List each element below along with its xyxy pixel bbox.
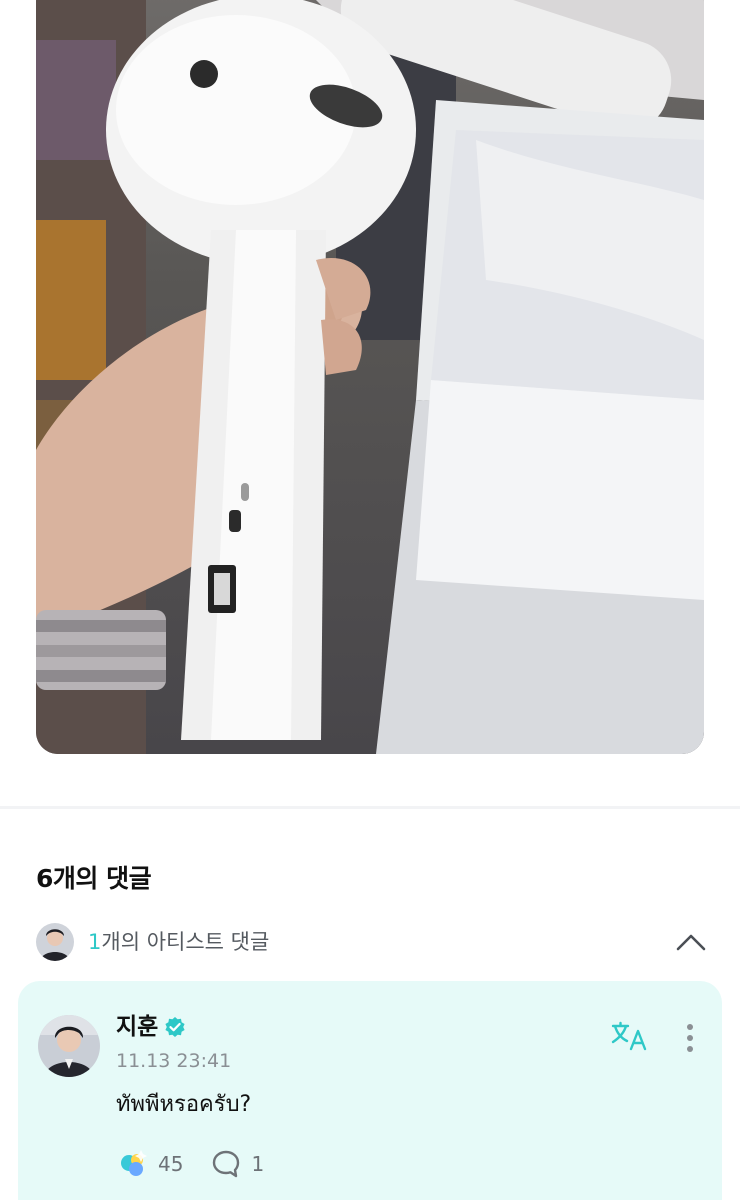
avatar[interactable] bbox=[38, 1015, 100, 1077]
reply-count: 1 bbox=[251, 1152, 265, 1176]
photo-illustration bbox=[36, 0, 704, 754]
post-photo[interactable] bbox=[36, 0, 704, 754]
author-name[interactable]: 지훈 bbox=[116, 1011, 158, 1043]
translate-icon[interactable] bbox=[610, 1016, 650, 1056]
artist-comments-toggle[interactable]: 1개의 아티스트 댓글 bbox=[36, 922, 708, 962]
more-vertical-icon[interactable] bbox=[676, 1018, 704, 1058]
author-row: 지훈 bbox=[116, 1011, 186, 1043]
artist-comments-text: 개의 아티스트 댓글 bbox=[101, 930, 270, 954]
comment-text: ทัพพีหรอครับ? bbox=[116, 1092, 252, 1117]
artist-comments-number: 1 bbox=[88, 930, 102, 954]
like-reaction-icon bbox=[116, 1147, 150, 1181]
like-stat[interactable]: 45 bbox=[116, 1147, 183, 1181]
post-page: 6개의 댓글 1개의 아티스트 댓글 지훈 11.13 23:41 ทัพพีห… bbox=[0, 0, 740, 1200]
like-count: 45 bbox=[158, 1152, 184, 1176]
reply-stat[interactable]: 1 bbox=[209, 1147, 264, 1181]
chevron-up-icon[interactable] bbox=[674, 925, 708, 959]
artist-comment-card: 지훈 11.13 23:41 ทัพพีหรอครับ? 45 1 bbox=[18, 981, 722, 1200]
verified-badge-icon bbox=[164, 1016, 186, 1038]
reply-bubble-icon bbox=[209, 1147, 243, 1181]
comment-stats: 45 1 bbox=[116, 1147, 264, 1181]
comments-count-title: 6개의 댓글 bbox=[36, 864, 152, 893]
section-divider bbox=[0, 806, 740, 809]
artist-mini-avatar bbox=[36, 923, 74, 961]
comment-timestamp: 11.13 23:41 bbox=[116, 1050, 232, 1072]
artist-comments-label: 1개의 아티스트 댓글 bbox=[88, 927, 269, 957]
